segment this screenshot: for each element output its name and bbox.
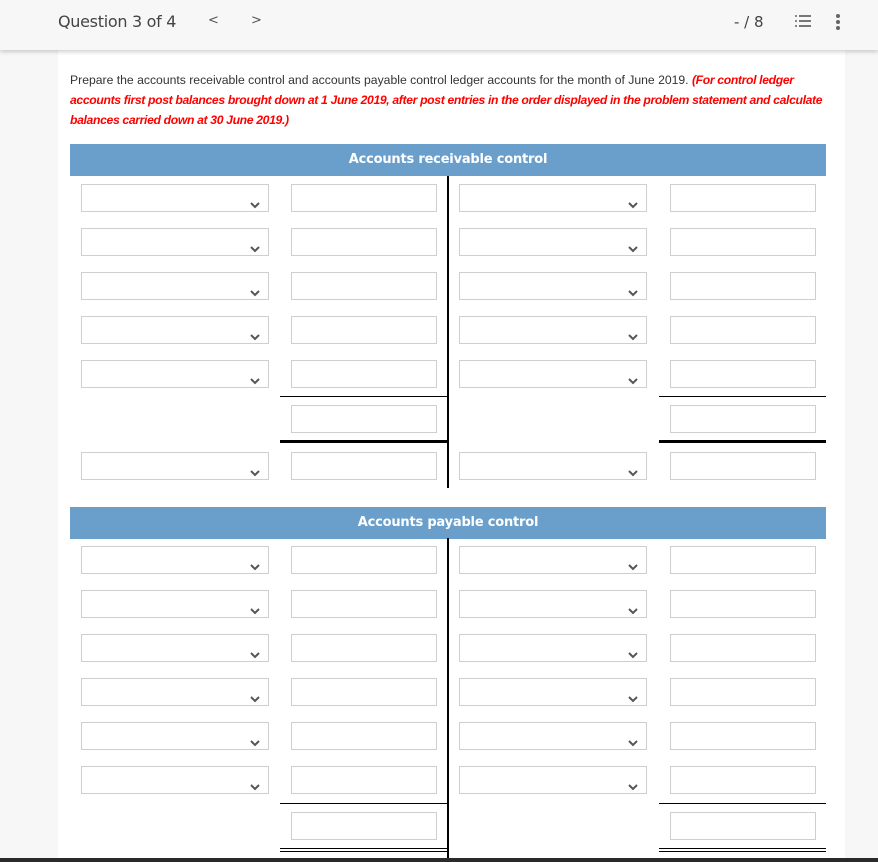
debit-account-select[interactable] [81,722,269,750]
chevron-down-icon [250,326,260,341]
t-account-divider [447,176,449,488]
ledger-title-accounts-receivable: Accounts receivable control [70,144,826,176]
chevron-down-icon [250,600,260,615]
credit-amount-input[interactable] [670,272,816,300]
chevron-down-icon [628,732,638,747]
question-instructions: Prepare the accounts receivable control … [70,70,840,130]
credit-total-input[interactable] [670,812,816,840]
chevron-left-icon[interactable]: < [208,13,219,28]
balance-debit-amount-input[interactable] [291,452,437,480]
credit-amount-input[interactable] [670,678,816,706]
credit-amount-input[interactable] [670,360,816,388]
total-double-rule [280,848,448,852]
chevron-down-icon [628,194,638,209]
total-rule [280,803,448,804]
bottom-edge [0,858,878,862]
total-rule [280,396,448,397]
chevron-down-icon [250,556,260,571]
more-vertical-icon[interactable] [835,13,841,31]
chevron-down-icon [250,194,260,209]
chevron-down-icon [250,462,260,477]
credit-amount-input[interactable] [670,228,816,256]
credit-total-input[interactable] [670,405,816,433]
debit-amount-input[interactable] [291,360,437,388]
total-double-rule [659,440,826,443]
chevron-down-icon [628,556,638,571]
credit-account-select[interactable] [459,722,647,750]
debit-amount-input[interactable] [291,722,437,750]
debit-amount-input[interactable] [291,316,437,344]
debit-amount-input[interactable] [291,546,437,574]
chevron-right-icon[interactable]: > [251,13,262,28]
debit-amount-input[interactable] [291,272,437,300]
debit-account-select[interactable] [81,184,269,212]
debit-amount-input[interactable] [291,766,437,794]
chevron-down-icon [628,776,638,791]
credit-amount-input[interactable] [670,590,816,618]
debit-account-select[interactable] [81,634,269,662]
credit-account-select[interactable] [459,228,647,256]
chevron-down-icon [250,282,260,297]
debit-account-select[interactable] [81,678,269,706]
debit-account-select[interactable] [81,590,269,618]
chevron-down-icon [628,370,638,385]
chevron-down-icon [628,238,638,253]
chevron-down-icon [250,370,260,385]
question-counter: Question 3 of 4 [58,12,177,31]
credit-account-select[interactable] [459,360,647,388]
debit-total-input[interactable] [291,405,437,433]
debit-account-select[interactable] [81,766,269,794]
chevron-down-icon [250,238,260,253]
chevron-down-icon [628,462,638,477]
credit-account-select[interactable] [459,766,647,794]
chevron-down-icon [628,688,638,703]
debit-account-select[interactable] [81,546,269,574]
total-rule [659,396,826,397]
total-rule [659,803,826,804]
ledger-title-accounts-payable: Accounts payable control [70,507,826,539]
debit-amount-input[interactable] [291,678,437,706]
debit-amount-input[interactable] [291,184,437,212]
chevron-down-icon [250,688,260,703]
balance-debit-account-select[interactable] [81,452,269,480]
chevron-down-icon [628,282,638,297]
credit-amount-input[interactable] [670,546,816,574]
credit-account-select[interactable] [459,184,647,212]
credit-account-select[interactable] [459,590,647,618]
chevron-down-icon [250,732,260,747]
credit-amount-input[interactable] [670,184,816,212]
debit-account-select[interactable] [81,228,269,256]
chevron-down-icon [628,644,638,659]
credit-account-select[interactable] [459,546,647,574]
debit-total-input[interactable] [291,812,437,840]
score-display: - / 8 [734,13,764,31]
credit-account-select[interactable] [459,678,647,706]
balance-credit-account-select[interactable] [459,452,647,480]
debit-account-select[interactable] [81,272,269,300]
t-account-divider [447,538,449,862]
debit-amount-input[interactable] [291,590,437,618]
chevron-down-icon [250,644,260,659]
chevron-down-icon [628,600,638,615]
chevron-down-icon [628,326,638,341]
credit-amount-input[interactable] [670,722,816,750]
numbered-list-icon[interactable] [795,14,811,28]
debit-account-select[interactable] [81,360,269,388]
debit-account-select[interactable] [81,316,269,344]
credit-account-select[interactable] [459,634,647,662]
question-header: Question 3 of 4 < > - / 8 [0,0,878,50]
total-double-rule [280,440,448,443]
chevron-down-icon [250,776,260,791]
instruction-text: Prepare the accounts receivable control … [70,73,689,87]
total-double-rule [659,848,826,852]
debit-amount-input[interactable] [291,228,437,256]
debit-amount-input[interactable] [291,634,437,662]
credit-account-select[interactable] [459,316,647,344]
balance-credit-amount-input[interactable] [670,452,816,480]
credit-account-select[interactable] [459,272,647,300]
credit-amount-input[interactable] [670,634,816,662]
credit-amount-input[interactable] [670,766,816,794]
credit-amount-input[interactable] [670,316,816,344]
